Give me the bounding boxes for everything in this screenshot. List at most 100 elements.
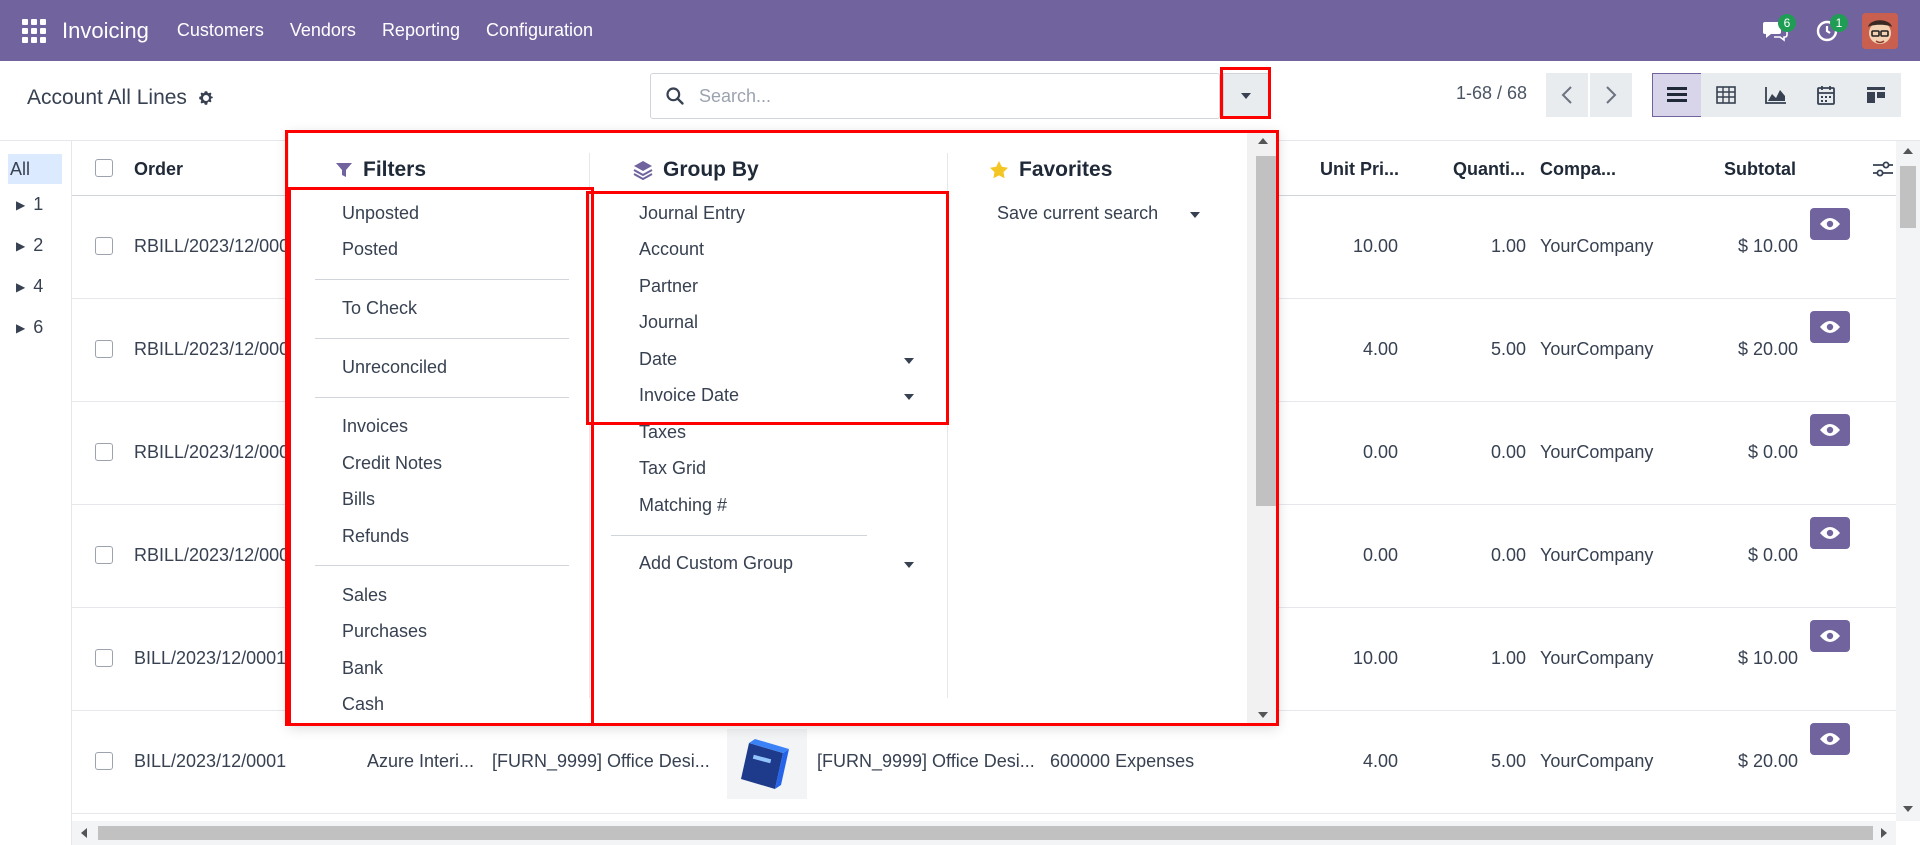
vertical-scrollbar[interactable] <box>1896 141 1920 821</box>
groupby-partner[interactable]: Partner <box>639 276 698 297</box>
pivot-view-button[interactable] <box>1701 73 1751 117</box>
groupby-journal[interactable]: Journal <box>639 312 698 333</box>
gear-icon[interactable] <box>197 89 215 107</box>
column-unit-price[interactable]: Unit Pri... <box>1320 159 1399 180</box>
search-box[interactable] <box>650 73 1220 119</box>
star-icon <box>990 161 1008 179</box>
row-checkbox[interactable] <box>95 443 113 461</box>
scroll-right-icon[interactable] <box>1880 827 1888 839</box>
messages-button[interactable]: 6 <box>1758 13 1796 48</box>
column-settings-icon[interactable] <box>1872 160 1894 178</box>
view-row-button[interactable] <box>1810 723 1850 755</box>
caret-down-icon[interactable] <box>903 561 915 569</box>
groupby-account[interactable]: Account <box>639 239 704 260</box>
search-options-dropdown: Filters Unposted Posted To Check Unrecon… <box>288 130 1279 725</box>
row-checkbox[interactable] <box>95 340 113 358</box>
filter-refunds[interactable]: Refunds <box>342 526 409 547</box>
quantity-cell: 0.00 <box>1490 545 1526 565</box>
filter-credit-notes[interactable]: Credit Notes <box>342 453 442 474</box>
order-cell: RBILL/2023/12/0001 <box>134 236 300 256</box>
horizontal-scroll-thumb[interactable] <box>98 826 1873 840</box>
divider <box>315 338 569 339</box>
user-avatar[interactable] <box>1862 12 1898 49</box>
nav-reporting[interactable]: Reporting <box>382 20 460 41</box>
view-row-button[interactable] <box>1810 208 1850 240</box>
add-custom-group-select[interactable]: Add Custom Group <box>639 553 793 574</box>
view-row-button[interactable] <box>1810 620 1850 652</box>
filter-bills[interactable]: Bills <box>342 489 375 510</box>
row-checkbox[interactable] <box>95 649 113 667</box>
calendar-view-button[interactable] <box>1801 73 1851 117</box>
groupby-matching[interactable]: Matching # <box>639 495 727 516</box>
divider <box>315 565 569 566</box>
side-item-4[interactable]: ▶ 4 <box>0 266 71 307</box>
side-item-2[interactable]: ▶ 2 <box>0 225 71 266</box>
row-checkbox[interactable] <box>95 752 113 770</box>
filter-bank[interactable]: Bank <box>342 658 383 679</box>
column-quantity[interactable]: Quanti... <box>1453 159 1525 180</box>
side-item-all[interactable]: All <box>8 154 62 184</box>
filter-purchases[interactable]: Purchases <box>342 621 427 642</box>
column-order[interactable]: Order <box>134 159 183 180</box>
groupby-tax-grid[interactable]: Tax Grid <box>639 458 706 479</box>
scroll-up-icon[interactable] <box>1257 137 1269 145</box>
quantity-cell: 1.00 <box>1490 648 1526 668</box>
dropdown-scrollbar[interactable] <box>1247 131 1279 725</box>
view-row-button[interactable] <box>1810 517 1850 549</box>
select-all-checkbox[interactable] <box>95 159 113 177</box>
nav-customers[interactable]: Customers <box>177 20 264 41</box>
groupby-invoice-date[interactable]: Invoice Date <box>639 385 739 406</box>
filter-sales[interactable]: Sales <box>342 585 387 606</box>
pager-previous-button[interactable] <box>1546 73 1588 117</box>
column-company[interactable]: Compa... <box>1540 159 1616 180</box>
scroll-down-icon[interactable] <box>1257 711 1269 719</box>
scroll-left-icon[interactable] <box>80 827 88 839</box>
column-subtotal[interactable]: Subtotal <box>1724 159 1796 180</box>
caret-right-icon: ▶ <box>16 238 26 253</box>
unit-price-cell: 4.00 <box>1362 339 1398 359</box>
app-name[interactable]: Invoicing <box>62 18 149 44</box>
pager-next-button[interactable] <box>1590 73 1632 117</box>
kanban-view-button[interactable] <box>1851 73 1901 117</box>
calendar-icon <box>1817 86 1835 105</box>
list-view-button[interactable] <box>1652 73 1702 117</box>
view-row-button[interactable] <box>1810 414 1850 446</box>
apps-menu-icon[interactable] <box>22 18 46 43</box>
horizontal-scrollbar[interactable] <box>72 821 1896 845</box>
filter-unposted[interactable]: Unposted <box>342 203 419 224</box>
filter-posted[interactable]: Posted <box>342 239 398 260</box>
nav-configuration[interactable]: Configuration <box>486 20 593 41</box>
groupby-date[interactable]: Date <box>639 349 677 370</box>
vertical-scroll-thumb[interactable] <box>1900 166 1916 228</box>
row-checkbox[interactable] <box>95 546 113 564</box>
view-row-button[interactable] <box>1810 311 1850 343</box>
graph-view-button[interactable] <box>1751 73 1801 117</box>
search-options-toggle-button[interactable] <box>1223 73 1269 119</box>
dropdown-scroll-thumb[interactable] <box>1256 156 1276 506</box>
caret-down-icon[interactable] <box>903 393 915 401</box>
save-current-search[interactable]: Save current search <box>997 203 1158 224</box>
table-row[interactable]: BILL/2023/12/0001 Azure Interi... [FURN_… <box>72 711 1900 814</box>
caret-down-icon <box>1241 93 1251 99</box>
side-item-1[interactable]: ▶ 1 <box>0 184 71 225</box>
row-checkbox[interactable] <box>95 237 113 255</box>
groupby-taxes[interactable]: Taxes <box>639 422 686 443</box>
caret-down-icon[interactable] <box>903 357 915 365</box>
eye-icon <box>1820 424 1840 436</box>
pager-value[interactable]: 1-68 / 68 <box>1456 83 1527 104</box>
subtotal-cell: $ 10.00 <box>1737 236 1798 256</box>
filter-cash[interactable]: Cash <box>342 694 384 715</box>
groupby-journal-entry[interactable]: Journal Entry <box>639 203 745 224</box>
filter-invoices[interactable]: Invoices <box>342 416 408 437</box>
subtotal-cell: $ 0.00 <box>1747 442 1798 462</box>
scroll-up-icon[interactable] <box>1902 147 1914 155</box>
search-input[interactable] <box>699 85 1179 107</box>
scroll-down-icon[interactable] <box>1902 805 1914 813</box>
caret-down-icon[interactable] <box>1189 211 1201 219</box>
activities-button[interactable]: 1 <box>1810 13 1848 48</box>
side-item-6[interactable]: ▶ 6 <box>0 307 71 348</box>
filter-to-check[interactable]: To Check <box>342 298 417 319</box>
order-cell: BILL/2023/12/0001 <box>134 648 287 668</box>
nav-vendors[interactable]: Vendors <box>290 20 356 41</box>
filter-unreconciled[interactable]: Unreconciled <box>342 357 447 378</box>
